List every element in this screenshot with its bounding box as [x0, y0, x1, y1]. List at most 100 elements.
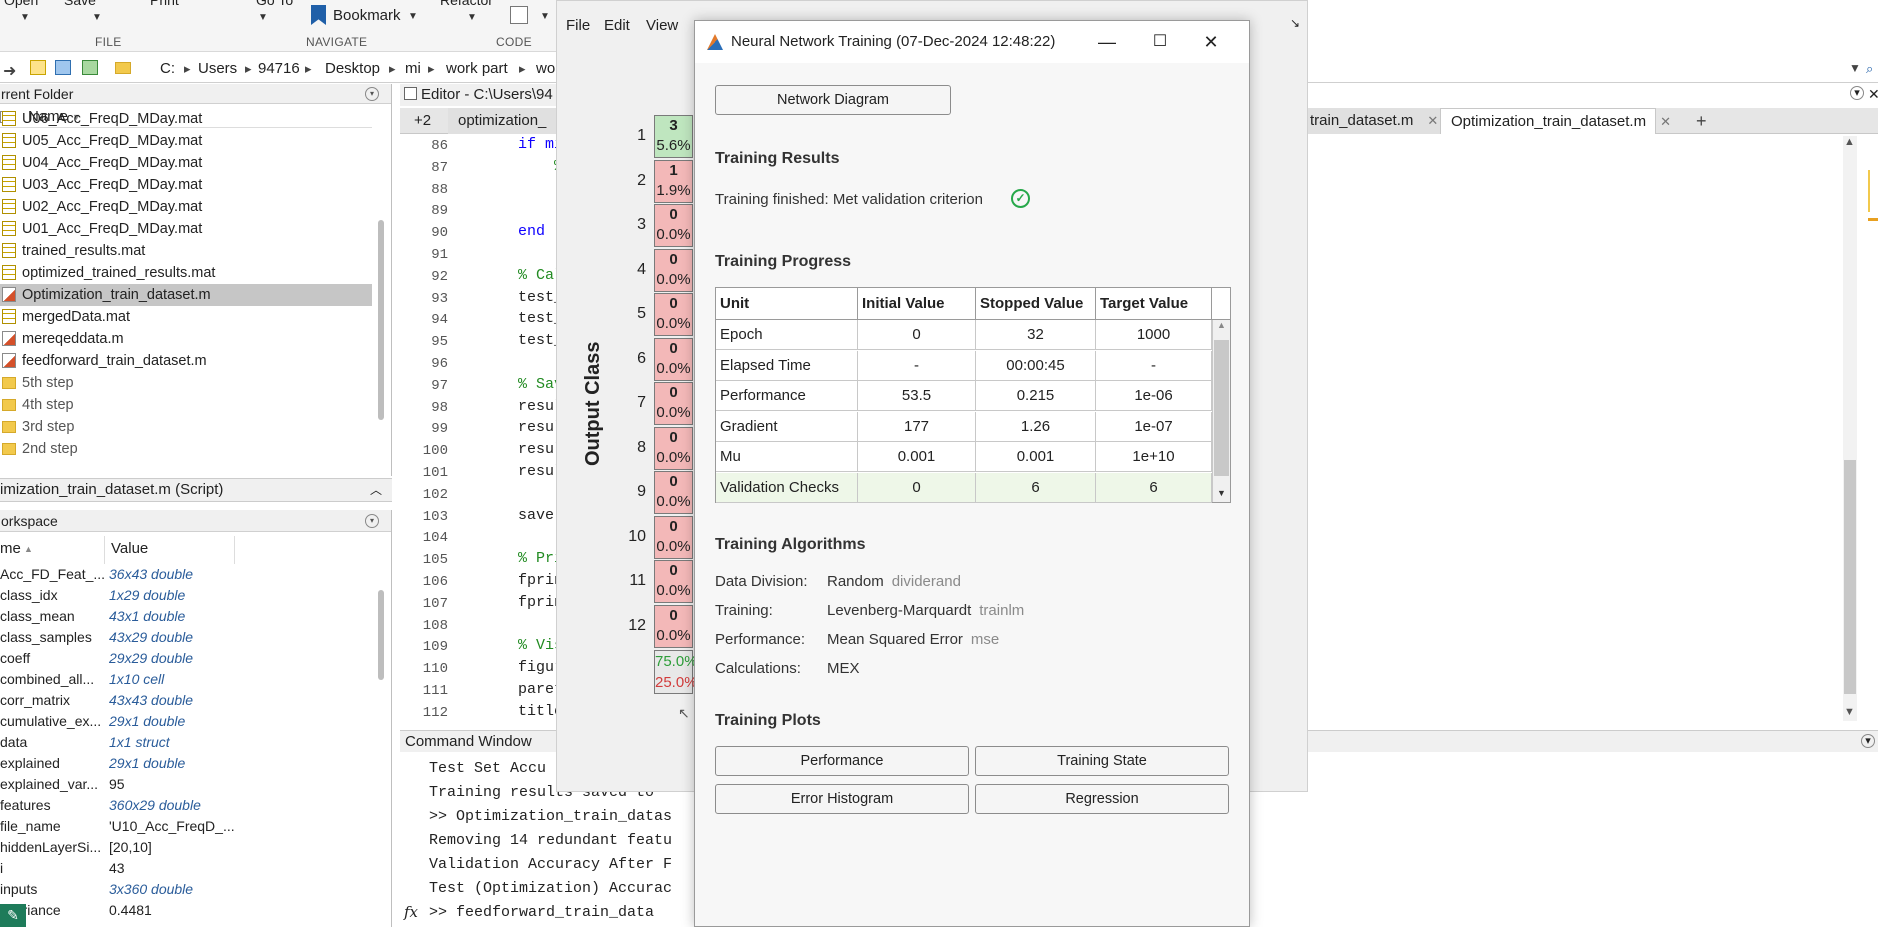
- file-row[interactable]: U01_Acc_FreqD_MDay.mat: [0, 218, 372, 240]
- workspace-row[interactable]: i 43: [0, 858, 372, 879]
- path-segment[interactable]: mi: [405, 60, 421, 77]
- file-row[interactable]: U06_Acc_FreqD_MDay.mat: [0, 108, 372, 130]
- new-tab-icon[interactable]: +: [1696, 111, 1707, 132]
- path-segment[interactable]: C:: [160, 60, 175, 77]
- file-row[interactable]: 3rd step: [0, 416, 372, 438]
- workspace-row[interactable]: class_idx 1x29 double: [0, 585, 372, 606]
- file-row[interactable]: feedforward_train_dataset.m: [0, 350, 372, 372]
- refactor-button[interactable]: Refactor: [440, 0, 493, 8]
- workspace-row[interactable]: class_mean 43x1 double: [0, 606, 372, 627]
- goto-dropdown-icon[interactable]: ▼: [258, 12, 268, 23]
- path-segment[interactable]: Users: [198, 60, 237, 77]
- file-row[interactable]: 2nd step: [0, 438, 372, 460]
- print-button[interactable]: Print: [150, 0, 179, 8]
- performance-plot-button[interactable]: Performance: [715, 746, 969, 776]
- goto-button[interactable]: Go To: [256, 0, 293, 8]
- search-icon[interactable]: ⌕: [1866, 61, 1873, 77]
- command-window-menu-icon[interactable]: ▾: [1861, 734, 1875, 748]
- back-arrow-icon[interactable]: ➜: [3, 61, 16, 81]
- workspace-row[interactable]: file_name 'U10_Acc_FreqD_...: [0, 816, 372, 837]
- close-tab-icon[interactable]: ✕: [1427, 113, 1438, 128]
- name-column-header[interactable]: me: [0, 540, 21, 557]
- browse-folder-icon[interactable]: [55, 60, 71, 75]
- workspace-row[interactable]: Acc_FD_Feat_... 36x43 double: [0, 564, 372, 585]
- workspace-row[interactable]: inputs 3x360 double: [0, 879, 372, 900]
- dock-icon[interactable]: ↘: [1290, 16, 1300, 30]
- training-state-plot-button[interactable]: Training State: [975, 746, 1229, 776]
- network-diagram-button[interactable]: Network Diagram: [715, 85, 951, 115]
- scroll-down-icon[interactable]: ▼: [1844, 706, 1855, 718]
- bookmark-button[interactable]: Bookmark: [333, 7, 401, 24]
- maximize-icon[interactable]: ☐: [1148, 30, 1172, 54]
- workspace-row[interactable]: class_samples 43x29 double: [0, 627, 372, 648]
- workspace-scrollbar[interactable]: [378, 590, 384, 680]
- nnt-titlebar[interactable]: Neural Network Training (07-Dec-2024 12:…: [695, 21, 1249, 63]
- path-segment[interactable]: 94716: [258, 60, 300, 77]
- value-column-header[interactable]: Value: [111, 540, 148, 557]
- open-button[interactable]: Open: [4, 0, 38, 8]
- file-row[interactable]: trained_results.mat: [0, 240, 372, 262]
- code-area-right[interactable]: [1308, 136, 1878, 724]
- path-tools-icon[interactable]: [82, 60, 98, 75]
- file-row[interactable]: U05_Acc_FreqD_MDay.mat: [0, 130, 372, 152]
- path-segment[interactable]: wo: [536, 60, 555, 77]
- workspace-row[interactable]: _variance 0.4481: [0, 900, 372, 921]
- workspace-row[interactable]: data 1x1 struct: [0, 732, 372, 753]
- path-dropdown-icon[interactable]: ▼: [1849, 61, 1861, 75]
- file-row[interactable]: mergedData.mat: [0, 306, 372, 328]
- close-tab-icon[interactable]: ✕: [1660, 114, 1671, 129]
- up-folder-icon[interactable]: [30, 60, 46, 75]
- file-row[interactable]: U02_Acc_FreqD_MDay.mat: [0, 196, 372, 218]
- workspace-row[interactable]: coeff 29x29 double: [0, 648, 372, 669]
- tab-optimization-train-dataset[interactable]: Optimization_train_dataset.m ✕: [1440, 108, 1671, 134]
- workspace-row[interactable]: corr_matrix 43x43 double: [0, 690, 372, 711]
- file-row[interactable]: optimized_trained_results.mat: [0, 262, 372, 284]
- regression-plot-button[interactable]: Regression: [975, 784, 1229, 814]
- workspace-row[interactable]: combined_all... 1x10 cell: [0, 669, 372, 690]
- menu-file[interactable]: File: [566, 17, 590, 34]
- function-icon[interactable]: [510, 6, 528, 24]
- scroll-up-icon[interactable]: ▲: [1217, 320, 1226, 330]
- panel-menu-icon[interactable]: ▾: [365, 87, 379, 101]
- path-segment[interactable]: Desktop: [325, 60, 380, 77]
- scroll-thumb[interactable]: [1214, 340, 1229, 476]
- tab-overflow[interactable]: +2: [400, 108, 440, 134]
- workspace-menu-icon[interactable]: ▾: [365, 514, 379, 528]
- file-row[interactable]: U03_Acc_FreqD_MDay.mat: [0, 174, 372, 196]
- workspace-row[interactable]: features 360x29 double: [0, 795, 372, 816]
- collapse-icon[interactable]: ︿: [370, 479, 382, 501]
- scroll-thumb[interactable]: [1844, 460, 1856, 694]
- menu-edit[interactable]: Edit: [604, 17, 630, 34]
- folder-scrollbar[interactable]: [378, 220, 384, 420]
- workspace-row[interactable]: hiddenLayerSi... [20,10]: [0, 837, 372, 858]
- workspace-row[interactable]: cumulative_ex... 29x1 double: [0, 711, 372, 732]
- table-scrollbar[interactable]: ▲ ▼: [1212, 320, 1230, 502]
- tab-optimization[interactable]: optimization_: [448, 108, 558, 134]
- details-bar[interactable]: imization_train_dataset.m (Script) ︿: [0, 478, 392, 502]
- save-button[interactable]: Save: [64, 0, 96, 8]
- menu-view[interactable]: View: [646, 17, 678, 34]
- refactor-dropdown-icon[interactable]: ▼: [467, 12, 477, 23]
- code-analyzer-marker[interactable]: [1868, 218, 1878, 221]
- workspace-row[interactable]: explained 29x1 double: [0, 753, 372, 774]
- bookmark-dropdown-icon[interactable]: ▼: [408, 11, 418, 22]
- error-histogram-plot-button[interactable]: Error Histogram: [715, 784, 969, 814]
- file-row[interactable]: Optimization_train_dataset.m: [0, 284, 372, 306]
- file-row[interactable]: mereqeddata.m: [0, 328, 372, 350]
- scroll-down-icon[interactable]: ▼: [1217, 488, 1226, 498]
- file-row[interactable]: 5th step: [0, 372, 372, 394]
- tab-train-dataset[interactable]: train_dataset.m ✕: [1300, 108, 1440, 134]
- open-dropdown-icon[interactable]: ▼: [20, 12, 30, 23]
- scroll-up-icon[interactable]: ▲: [1844, 136, 1855, 148]
- path-segment[interactable]: work part: [446, 60, 508, 77]
- minimize-icon[interactable]: —: [1095, 30, 1119, 54]
- close-icon[interactable]: ✕: [1199, 30, 1223, 54]
- editor-scrollbar[interactable]: ▲ ▼: [1843, 136, 1857, 721]
- edit-icon[interactable]: ✎: [0, 904, 26, 927]
- editor-menu-icon[interactable]: ▾: [1850, 86, 1864, 100]
- file-row[interactable]: U04_Acc_FreqD_MDay.mat: [0, 152, 372, 174]
- save-dropdown-icon[interactable]: ▼: [92, 12, 102, 23]
- editor-close-icon[interactable]: ✕: [1868, 86, 1878, 103]
- function-dropdown-icon[interactable]: ▼: [540, 11, 550, 22]
- file-row[interactable]: 4th step: [0, 394, 372, 416]
